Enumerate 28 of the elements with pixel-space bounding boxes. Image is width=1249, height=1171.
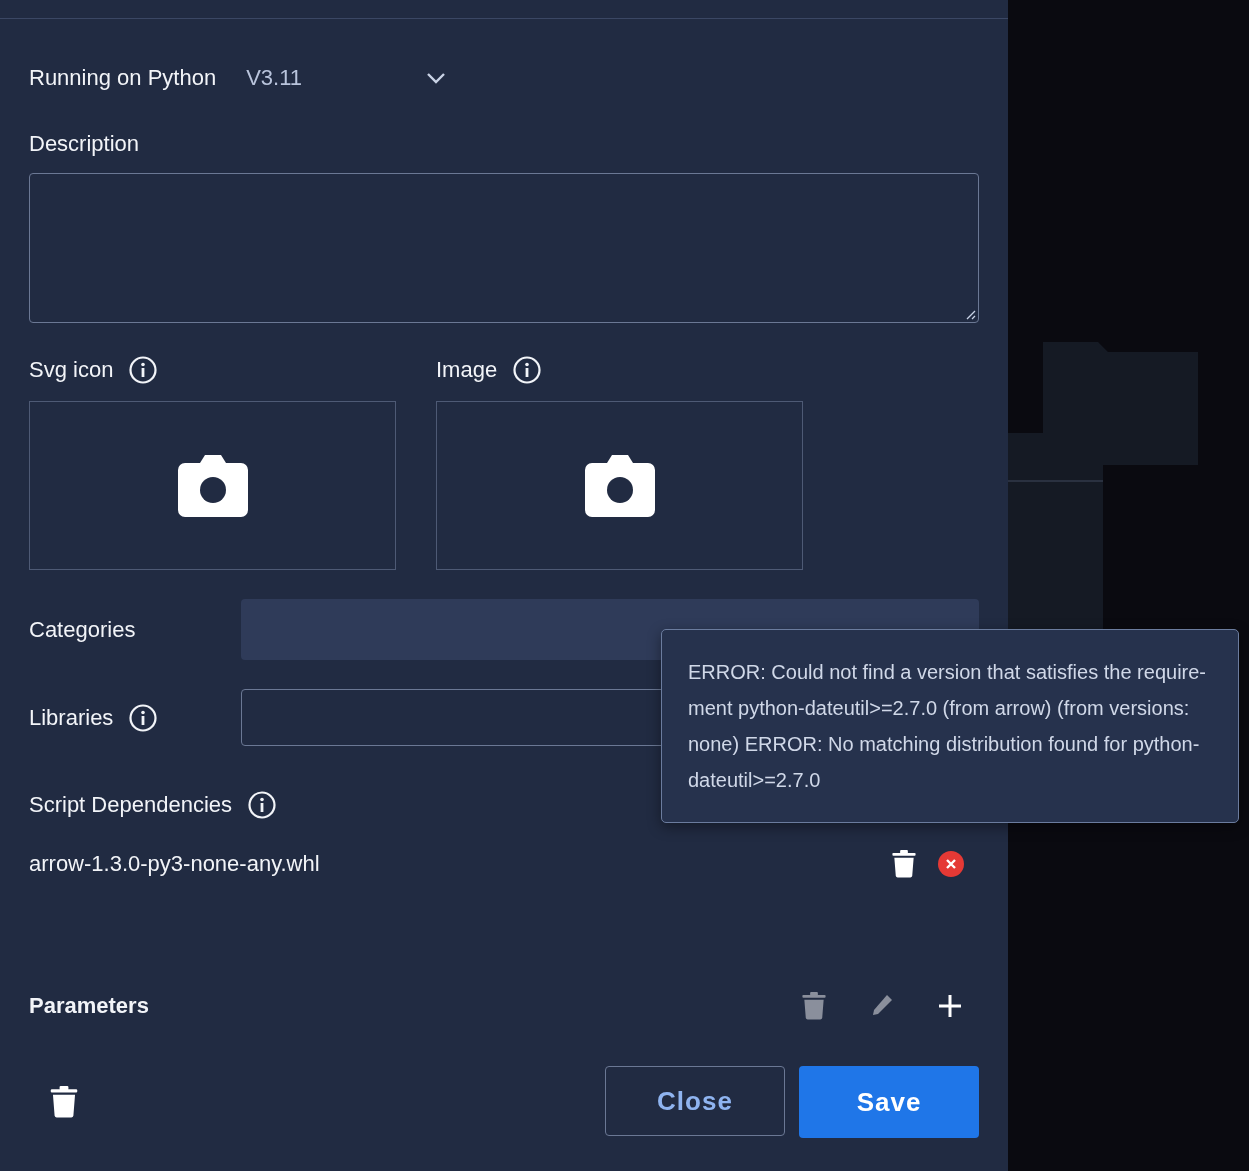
camera-icon bbox=[584, 454, 655, 517]
resize-grip-icon[interactable] bbox=[964, 308, 976, 320]
field-label: Svg icon bbox=[29, 357, 114, 383]
image-upload-box[interactable] bbox=[29, 401, 396, 570]
trash-icon[interactable] bbox=[891, 850, 917, 878]
field-label: Running on Python bbox=[29, 65, 217, 91]
image-upload-box[interactable] bbox=[436, 401, 803, 570]
field-label: Categories bbox=[29, 616, 136, 643]
version-select[interactable]: V3.11 bbox=[246, 65, 427, 91]
field-label: Description bbox=[29, 131, 141, 157]
info-icon[interactable] bbox=[248, 791, 276, 819]
chevron-down-icon[interactable] bbox=[426, 72, 447, 84]
camera-icon bbox=[177, 454, 248, 517]
close-button[interactable]: Close bbox=[605, 1066, 785, 1136]
file-name: arrow-1.3.0-py3-none-any.whl bbox=[29, 851, 320, 877]
section-title: Parameters bbox=[29, 993, 149, 1019]
error-icon[interactable] bbox=[937, 850, 965, 878]
plus-icon[interactable] bbox=[937, 992, 963, 1020]
description-field[interactable] bbox=[29, 173, 979, 323]
info-icon[interactable] bbox=[513, 356, 542, 384]
field-label: Script Dependencies bbox=[29, 792, 232, 818]
info-icon[interactable] bbox=[129, 703, 158, 732]
trash-icon[interactable] bbox=[49, 1086, 79, 1118]
save-button[interactable]: Save bbox=[799, 1066, 979, 1138]
field-label: Libraries bbox=[29, 704, 114, 731]
field-label: Image bbox=[436, 357, 498, 383]
error-tooltip: ERROR: Could not find a version that satisfies the require-ment python-dateutil>=2.7.0 (from arrow) (from versions: none) ERROR: No matching distribution found for python-dateutil>=2.7.0 bbox=[661, 629, 1239, 823]
info-icon[interactable] bbox=[129, 356, 158, 384]
